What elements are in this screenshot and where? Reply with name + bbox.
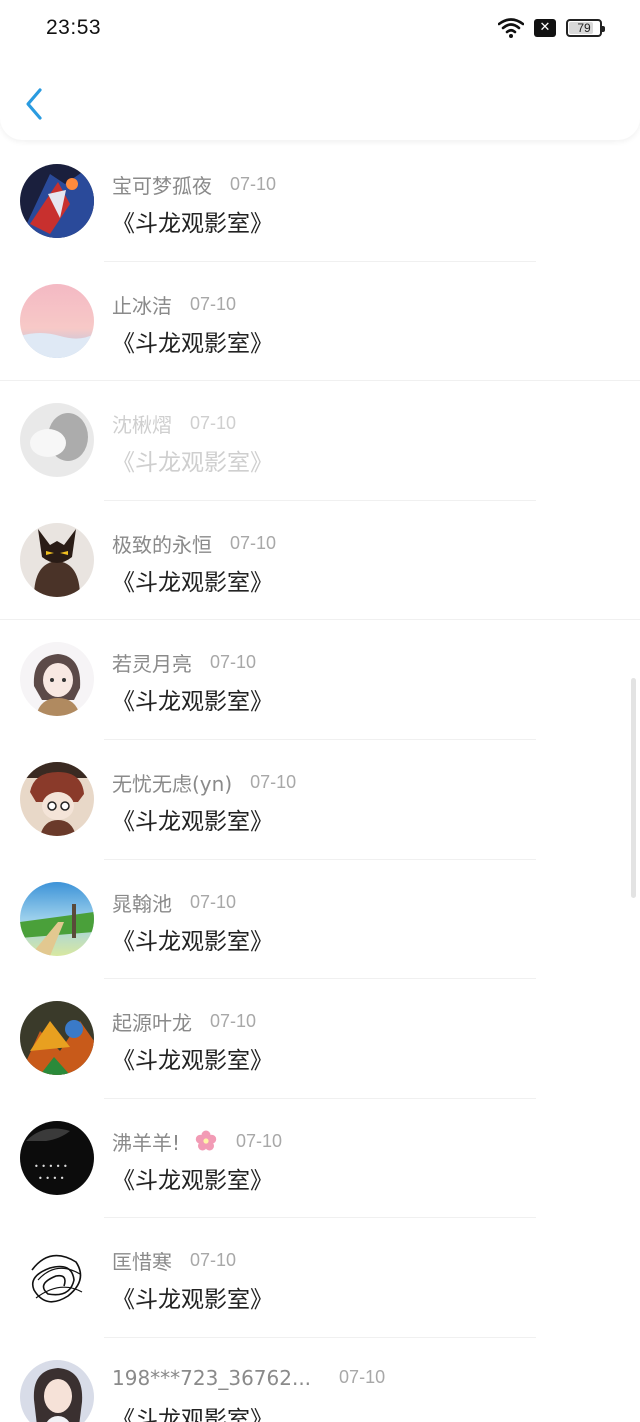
list-item[interactable]: 止冰洁 07-10 《斗龙观影室》 [0, 262, 640, 382]
status-icons: ✕ 79 [498, 18, 605, 38]
svg-text:• • • •: • • • • [38, 1174, 65, 1183]
user-name: 沸羊羊! [112, 1130, 181, 1155]
avatar[interactable] [20, 761, 94, 836]
post-date: 07-10 [230, 174, 277, 194]
scrollbar[interactable] [631, 678, 636, 898]
list-item[interactable]: 198***723_36762... 07-10 《斗龙观影室》 [0, 1338, 640, 1422]
avatar[interactable] [20, 881, 94, 956]
user-name: 起源叶龙 [112, 1011, 192, 1036]
post-date: 07-10 [190, 413, 237, 434]
status-time: 23:53 [46, 16, 102, 39]
user-name: 止冰洁 [112, 293, 172, 318]
svg-text:• • • • •: • • • • • [34, 1162, 68, 1171]
user-name: 198***723_36762... [112, 1365, 312, 1390]
user-name: 极致的永恒 [112, 532, 212, 557]
battery-percent: 79 [577, 21, 591, 35]
name-line: 宝可梦孤夜 07-10 [112, 170, 276, 199]
avatar[interactable] [20, 642, 94, 717]
user-name: 晁翰池 [112, 891, 172, 916]
item-title: 《斗龙观影室》 [112, 1287, 273, 1314]
name-line: 无忧无虑(yn) 07-10 [112, 768, 296, 797]
list-item[interactable]: 宝可梦孤夜 07-10 《斗龙观影室》 [0, 142, 640, 262]
post-date: 07-10 [210, 1011, 257, 1032]
post-date: 07-10 [236, 1130, 283, 1151]
user-name: 沈楸熠 [112, 413, 172, 438]
status-bar: 23:53 ✕ 79 [0, 0, 640, 56]
item-title: 《斗龙观影室》 [112, 569, 273, 596]
list-item[interactable]: 若灵月亮 07-10 《斗龙观影室》 [0, 620, 640, 740]
battery-icon: 79 [566, 19, 605, 37]
avatar[interactable] [20, 403, 94, 478]
cherry-blossom-icon [195, 1130, 217, 1151]
avatar[interactable] [20, 1001, 94, 1076]
header: 23:53 ✕ 79 [0, 0, 640, 140]
item-title: 《斗龙观影室》 [112, 689, 273, 716]
item-title: 《斗龙观影室》 [112, 1048, 273, 1075]
user-name: 无忧无虑(yn) [112, 771, 233, 796]
list-item[interactable]: 沈楸熠 07-10 《斗龙观影室》 [0, 381, 640, 501]
post-date: 07-10 [230, 532, 277, 553]
name-line: 极致的永恒 07-10 [112, 529, 276, 558]
chevron-left-icon[interactable] [22, 86, 46, 122]
item-title: 《斗龙观影室》 [112, 808, 273, 835]
avatar[interactable] [20, 522, 94, 597]
item-title: 《斗龙观影室》 [112, 330, 273, 357]
post-date: 07-10 [250, 771, 297, 792]
name-line: 晁翰池 07-10 [112, 888, 236, 917]
avatar[interactable] [20, 283, 94, 358]
avatar[interactable] [20, 1240, 94, 1315]
post-date: 07-10 [210, 652, 257, 673]
list-item[interactable]: • • • • • • • • • 沸羊羊! 07-10 《斗龙观影室》 [0, 1099, 640, 1219]
post-date: 07-10 [190, 293, 237, 314]
name-line: 198***723_36762... 07-10 [112, 1366, 385, 1390]
user-name: 匡惜寒 [112, 1250, 172, 1275]
name-line: 止冰洁 07-10 [112, 290, 236, 319]
post-date: 07-10 [339, 1367, 386, 1388]
name-line: 若灵月亮 07-10 [112, 648, 256, 677]
avatar[interactable]: • • • • • • • • • [20, 1120, 94, 1195]
avatar[interactable] [20, 1359, 94, 1422]
name-line: 起源叶龙 07-10 [112, 1007, 256, 1036]
name-line: 匡惜寒 07-10 [112, 1246, 236, 1275]
item-title: 《斗龙观影室》 [112, 211, 273, 237]
user-name: 宝可梦孤夜 [112, 174, 212, 198]
item-title: 《斗龙观影室》 [112, 1167, 273, 1194]
name-line: 沈楸熠 07-10 [112, 409, 236, 438]
item-title: 《斗龙观影室》 [112, 928, 273, 955]
avatar[interactable] [20, 164, 94, 238]
list-item[interactable]: 起源叶龙 07-10 《斗龙观影室》 [0, 979, 640, 1099]
item-title: 《斗龙观影室》 [112, 1406, 273, 1422]
post-date: 07-10 [190, 891, 237, 912]
list-item[interactable]: 无忧无虑(yn) 07-10 《斗龙观影室》 [0, 740, 640, 860]
list-item[interactable]: 极致的永恒 07-10 《斗龙观影室》 [0, 501, 640, 621]
screen: 23:53 ✕ 79 宝可梦孤夜 07-10 《斗龙观影室》 止冰洁 07-10… [0, 0, 640, 1422]
name-line: 沸羊羊! 07-10 [112, 1127, 282, 1156]
post-date: 07-10 [190, 1250, 237, 1271]
item-title: 《斗龙观影室》 [112, 450, 273, 477]
no-sim-icon: ✕ [534, 19, 556, 37]
list-item[interactable]: 晁翰池 07-10 《斗龙观影室》 [0, 860, 640, 980]
user-name: 若灵月亮 [112, 652, 192, 677]
list-item[interactable]: 匡惜寒 07-10 《斗龙观影室》 [0, 1218, 640, 1338]
user-list: 宝可梦孤夜 07-10 《斗龙观影室》 止冰洁 07-10 《斗龙观影室》 沈楸… [0, 142, 640, 1422]
wifi-icon [498, 18, 524, 38]
